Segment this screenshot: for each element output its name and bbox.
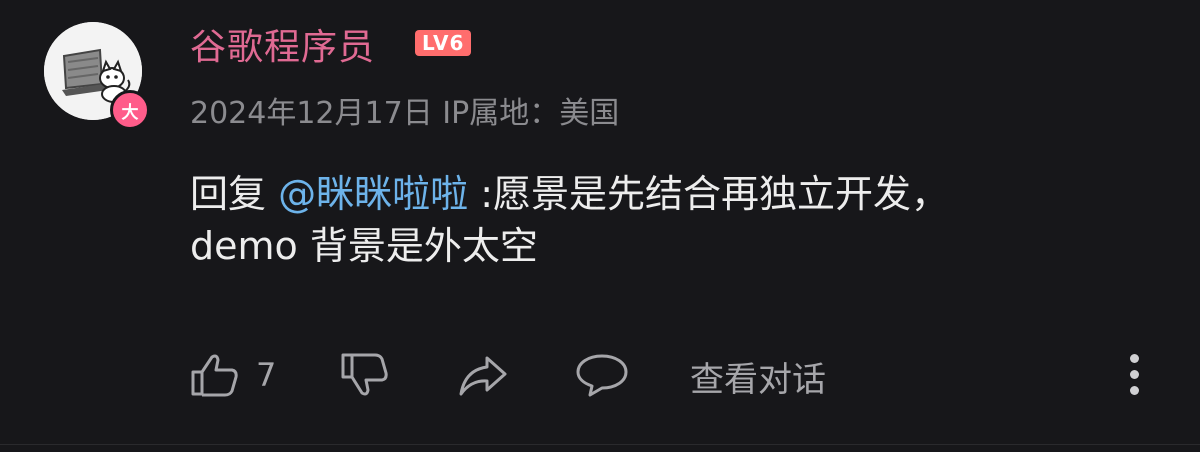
ip-location: 美国 (559, 96, 620, 131)
mention-link[interactable]: @眯眯啦啦 (278, 172, 468, 216)
like-count: 7 (256, 356, 277, 394)
ip-label: IP属地： (442, 96, 560, 131)
avatar[interactable]: 大 (44, 22, 150, 130)
comment-icon (576, 354, 628, 397)
share-button[interactable] (457, 352, 509, 398)
dislike-button[interactable] (340, 352, 390, 398)
reply-prefix: 回复 (190, 172, 267, 216)
reply-button[interactable] (576, 352, 628, 398)
comment-actions: 7 查看对话 (0, 350, 1200, 400)
comment-text-line2: demo 背景是外太空 (190, 224, 538, 268)
view-conversation-link[interactable]: 查看对话 (690, 352, 826, 401)
comment-text-line1: :愿景是先结合再独立开发， (468, 172, 950, 216)
share-icon (459, 356, 507, 396)
thumbs-down-icon (341, 353, 388, 396)
username[interactable]: 谷歌程序员 (190, 18, 375, 70)
vip-badge: 大 (110, 90, 150, 130)
more-button[interactable] (1126, 350, 1144, 400)
level-badge: LV6 (415, 30, 472, 56)
comment-date: 2024年12月17日 (190, 96, 433, 131)
like-button[interactable]: 7 (190, 352, 276, 398)
comment-text: 回复 @眯眯啦啦 :愿景是先结合再独立开发， demo 背景是外太空 (190, 168, 1170, 272)
comment-meta: 2024年12月17日 IP属地：美国 (190, 88, 619, 132)
divider (0, 444, 1200, 445)
thumbs-up-icon (191, 354, 238, 397)
